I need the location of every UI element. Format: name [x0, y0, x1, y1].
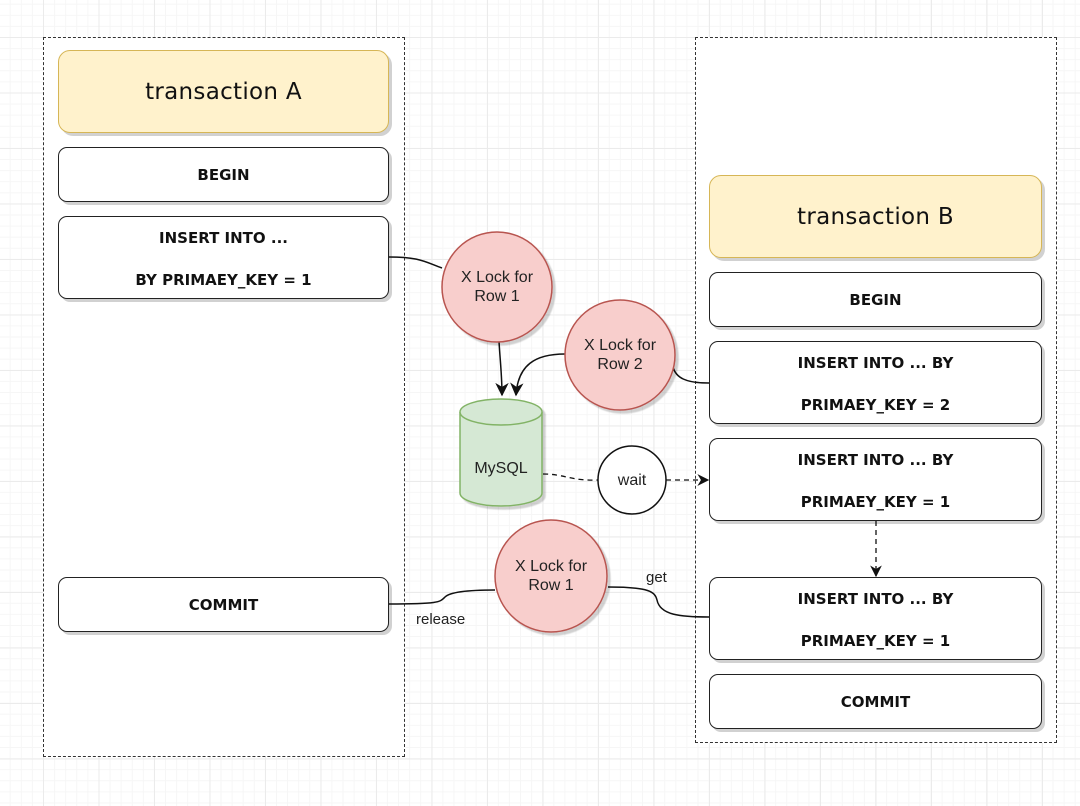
edge-mysql-to-wait [542, 473, 599, 481]
lock-row1-bottom-label: X Lock for Row 1 [514, 558, 588, 594]
edge-insert-b2-to-lock2 [672, 366, 710, 384]
lock-row2-label: X Lock for Row 2 [583, 337, 657, 373]
mysql-database-icon[interactable] [459, 398, 543, 507]
lock-row1-top-label: X Lock for Row 1 [460, 269, 534, 305]
edge-commit-a-release [388, 589, 496, 605]
diagram-canvas [388, 231, 882, 633]
edge-lock2-to-mysql [510, 353, 566, 397]
edge-lock1-get [607, 586, 710, 618]
wait-label: wait [617, 471, 647, 489]
mysql-label: MySQL [474, 459, 528, 477]
edge-lock1-to-mysql [495, 340, 509, 397]
edge-insert-a-to-lock1 [388, 256, 443, 269]
get-label: get [646, 569, 667, 586]
release-label: release [416, 611, 466, 628]
